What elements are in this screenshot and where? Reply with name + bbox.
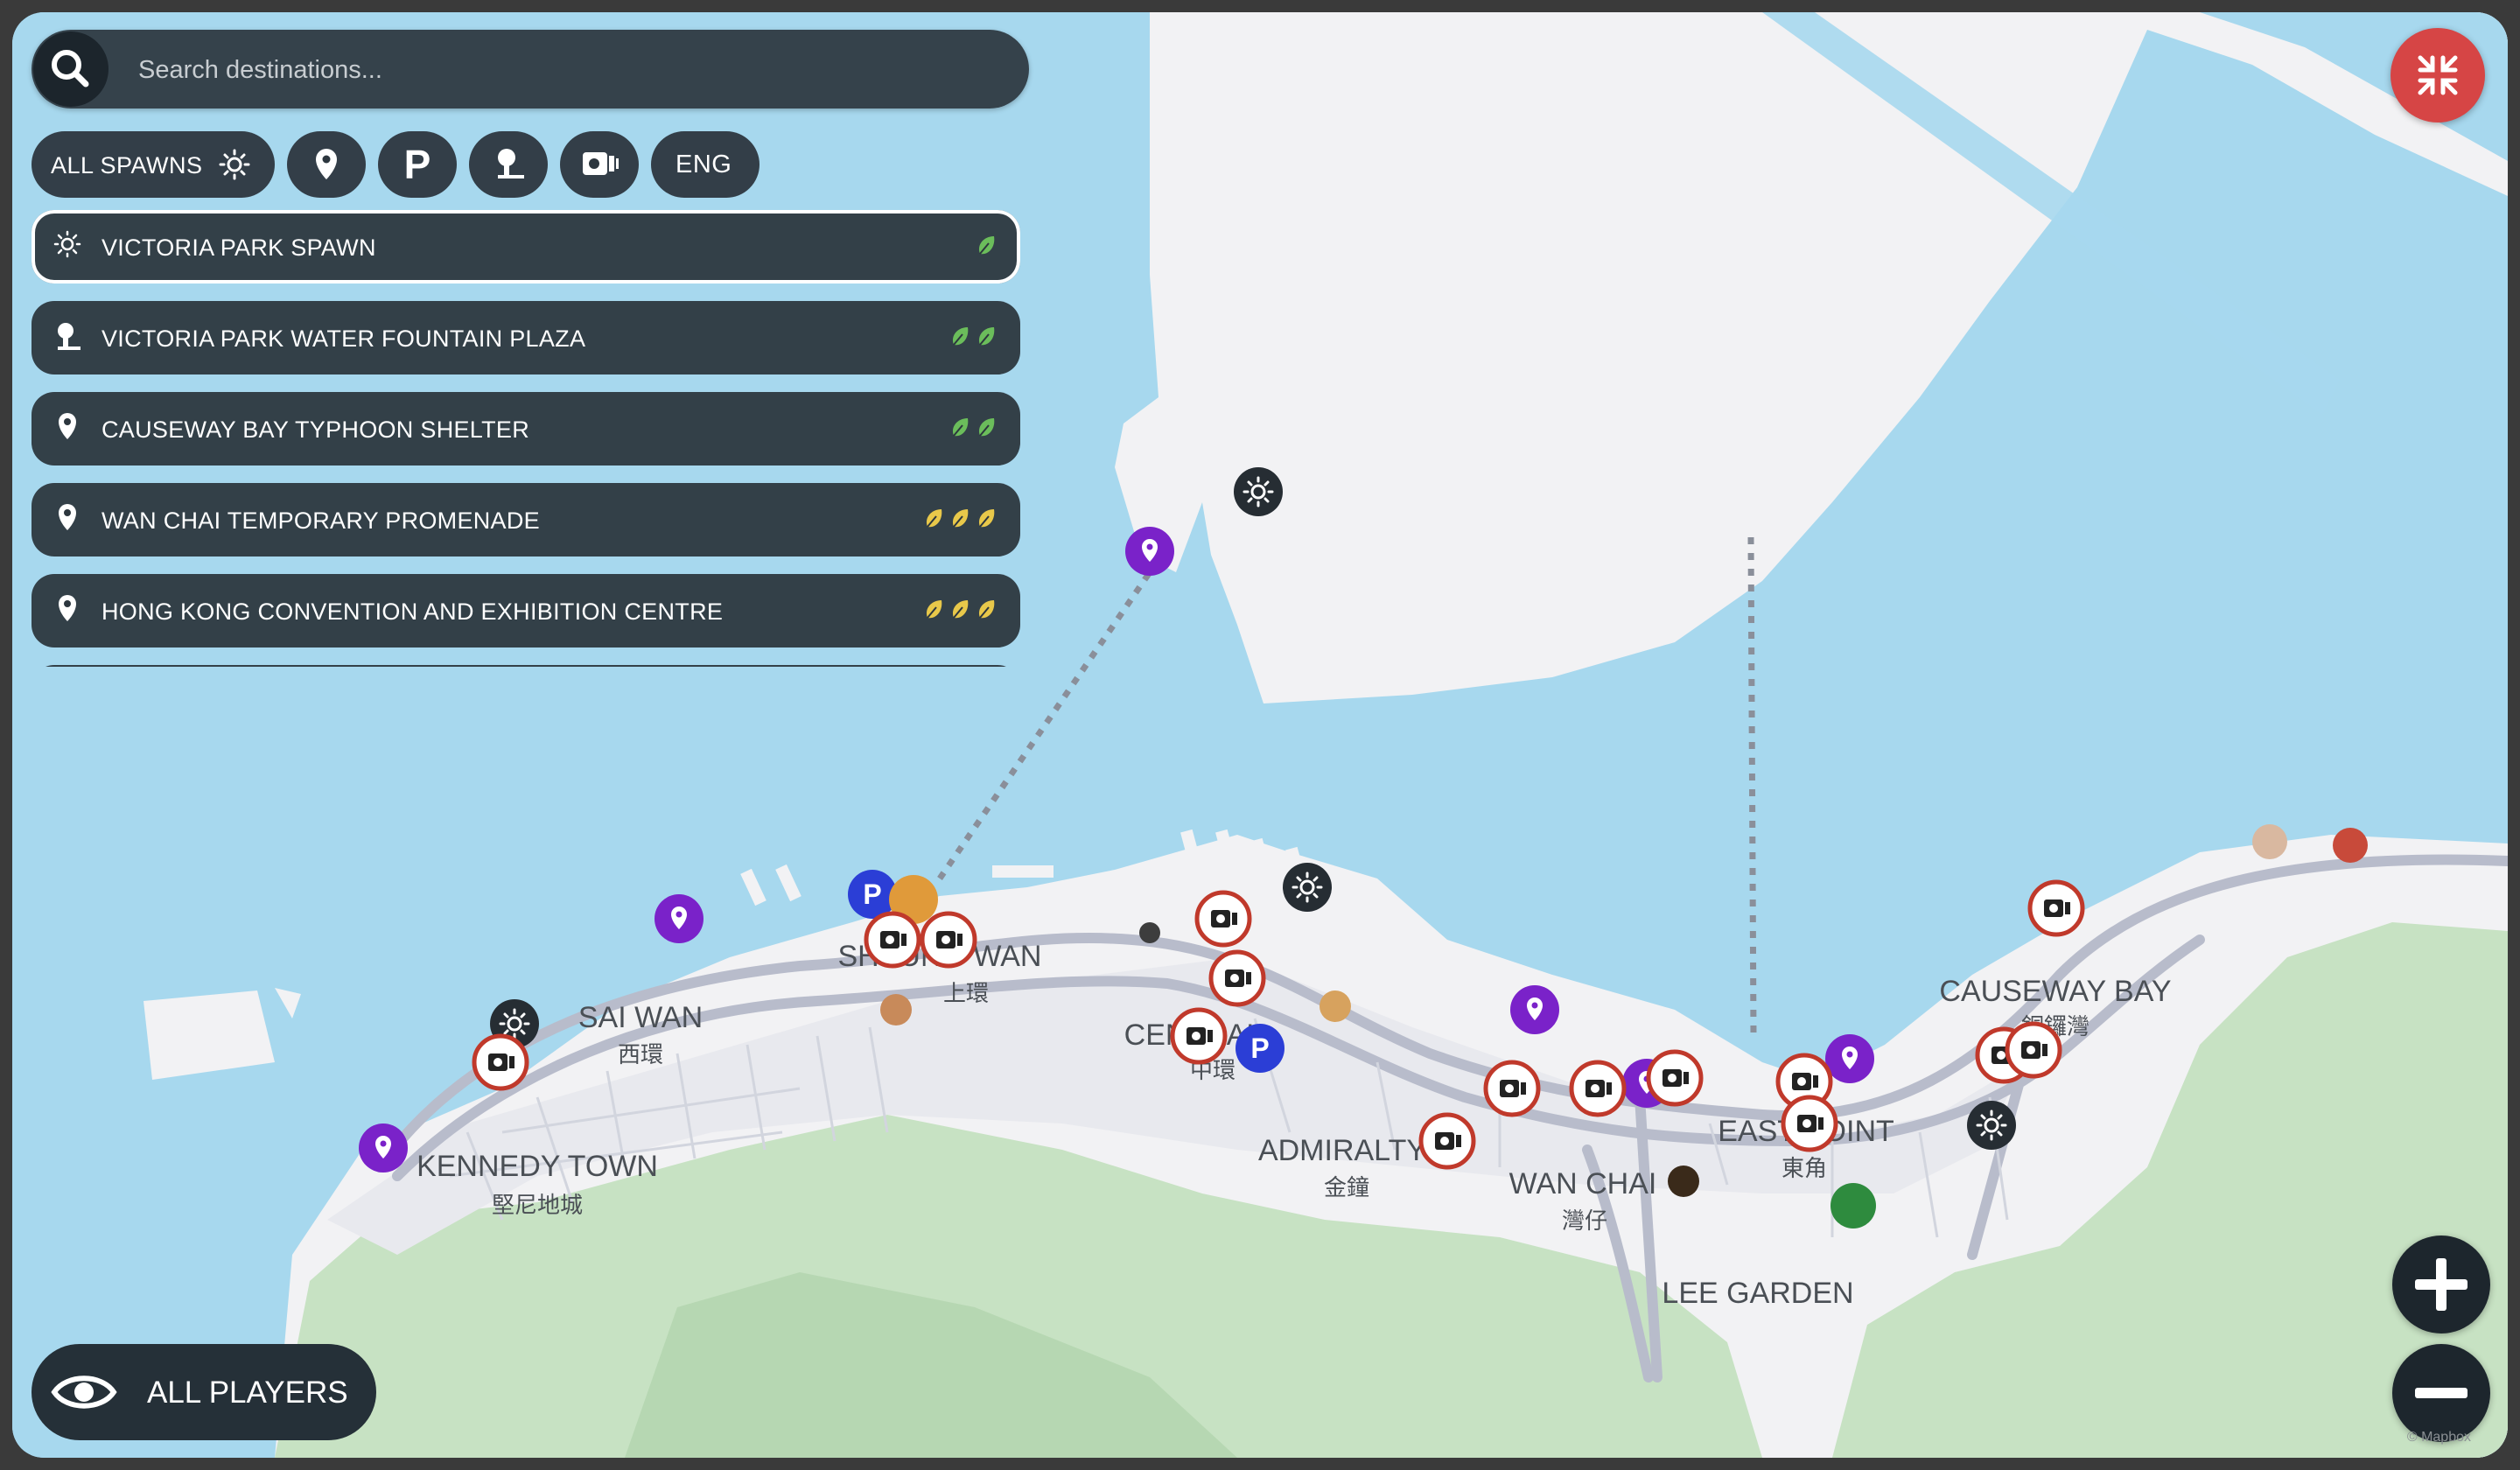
speed-camera-marker[interactable] <box>922 914 975 966</box>
speed-camera-marker[interactable] <box>1421 1115 1474 1167</box>
language-label: ENG <box>676 150 732 178</box>
destination-marker[interactable] <box>654 894 704 943</box>
label-sheung-wan-zh: 上環 <box>943 980 989 1006</box>
sun-icon <box>219 149 250 180</box>
parking-marker[interactable] <box>848 870 897 919</box>
parking-icon: P <box>404 144 431 186</box>
destination-item[interactable]: WAN CHAI TEMPORARY PROMENADE <box>32 483 1020 556</box>
destination-marker[interactable] <box>1825 1034 1874 1083</box>
spawn-marker[interactable] <box>1232 466 1284 518</box>
difficulty-rating <box>945 415 998 443</box>
label-lee-garden: LEE GARDEN <box>1662 1277 1853 1310</box>
filter-speed-cameras[interactable] <box>560 131 639 198</box>
all-players-button[interactable]: ALL PLAYERS <box>32 1344 376 1440</box>
label-causeway-bay: CAUSEWAY BAY <box>1939 975 2171 1008</box>
plus-icon <box>2415 1258 2468 1311</box>
filter-fountains[interactable] <box>469 131 548 198</box>
speed-camera-marker[interactable] <box>1197 892 1250 945</box>
language-button[interactable]: ENG <box>651 131 760 198</box>
map-pin-icon <box>52 502 82 540</box>
fountain-icon <box>52 320 84 358</box>
fountain-icon <box>498 149 524 178</box>
filter-parking[interactable]: P <box>378 131 457 198</box>
map-attribution: © Mapbox <box>2406 1430 2471 1445</box>
difficulty-rating <box>945 324 998 352</box>
filter-destinations[interactable] <box>287 131 366 198</box>
destination-name: VICTORIA PARK SPAWN <box>102 234 376 261</box>
svg-text:P: P <box>404 144 431 186</box>
destination-item[interactable]: HONG KONG CONVENTION AND EXHIBITION CENT… <box>32 574 1020 648</box>
destination-marker[interactable] <box>359 1124 408 1172</box>
spawn-marker[interactable] <box>1965 1099 2018 1152</box>
eye-icon <box>51 1376 117 1409</box>
destination-name: VICTORIA PARK WATER FOUNTAIN PLAZA <box>102 326 586 352</box>
collapse-arrows-icon <box>2418 55 2458 95</box>
destination-item[interactable]: VICTORIA PARK WATER FOUNTAIN PLAZA <box>32 301 1020 374</box>
label-kennedy-town: KENNEDY TOWN <box>416 1150 658 1183</box>
map-pin-icon <box>52 411 82 449</box>
destination-marker[interactable] <box>1510 985 1559 1034</box>
all-players-label: ALL PLAYERS <box>147 1376 348 1410</box>
difficulty-rating <box>919 506 998 534</box>
spawn-marker[interactable] <box>1281 861 1334 914</box>
filter-all-spawns[interactable]: ALL SPAWNS <box>32 131 275 198</box>
destination-name: WAN CHAI TEMPORARY PROMENADE <box>102 508 540 534</box>
label-admiralty-zh: 金鐘 <box>1324 1174 1369 1200</box>
label-admiralty: ADMIRALTY <box>1258 1134 1426 1167</box>
speed-camera-marker[interactable] <box>2030 882 2082 934</box>
search-bar[interactable] <box>32 30 1029 108</box>
parking-marker[interactable] <box>1236 1024 1284 1073</box>
destination-marker[interactable] <box>1125 527 1174 576</box>
label-sai-wan-zh: 西環 <box>618 1041 663 1068</box>
speed-camera-marker[interactable] <box>474 1036 527 1088</box>
destination-item[interactable]: VICTORIA PARK SPAWN <box>32 210 1020 284</box>
label-wan-chai-zh: 灣仔 <box>1562 1208 1607 1234</box>
map-window: KENNEDY TOWN 堅尼地城 SAI WAN 西環 SHEUNG WAN … <box>12 12 2508 1458</box>
destination-name: CAUSEWAY BAY TYPHOON SHELTER <box>102 416 530 443</box>
destination-list[interactable]: VICTORIA PARK SPAWN VICTORIA PARK WATER F… <box>32 210 1038 667</box>
map-pin-icon <box>52 593 82 631</box>
speed-camera-marker[interactable] <box>1486 1062 1538 1115</box>
zoom-in-button[interactable] <box>2392 1236 2490 1334</box>
destination-name: HONG KONG CONVENTION AND EXHIBITION CENT… <box>102 598 724 625</box>
search-icon <box>52 50 89 88</box>
search-input[interactable] <box>136 47 998 93</box>
speed-camera-marker[interactable] <box>1783 1097 1836 1150</box>
speed-camera-marker[interactable] <box>866 914 919 966</box>
collapse-button[interactable] <box>2390 28 2485 122</box>
speed-camera-marker[interactable] <box>1211 952 1264 1004</box>
sun-icon <box>52 229 82 263</box>
speed-camera-marker[interactable] <box>2007 1024 2060 1076</box>
map-pin-icon <box>316 149 337 179</box>
speed-camera-marker[interactable] <box>1648 1052 1701 1104</box>
difficulty-rating <box>919 597 998 625</box>
search-button[interactable] <box>33 32 108 107</box>
label-east-point-zh: 東角 <box>1782 1155 1827 1181</box>
speed-camera-marker[interactable] <box>1172 1010 1225 1062</box>
difficulty-rating <box>971 233 998 261</box>
speed-camera-icon <box>583 152 619 175</box>
zoom-out-button[interactable] <box>2392 1344 2490 1442</box>
destination-item[interactable]: TAI TAM UPPER RESERVOIR SPAWN <box>32 665 1020 667</box>
label-wan-chai: WAN CHAI <box>1509 1167 1657 1200</box>
filter-all-spawns-label: ALL SPAWNS <box>51 152 203 178</box>
destination-item[interactable]: CAUSEWAY BAY TYPHOON SHELTER <box>32 392 1020 466</box>
fountain-marker[interactable] <box>1830 1183 1876 1228</box>
minus-icon <box>2415 1388 2468 1398</box>
label-kennedy-town-zh: 堅尼地城 <box>492 1192 583 1218</box>
label-sai-wan: SAI WAN <box>578 1001 703 1034</box>
speed-camera-marker[interactable] <box>1572 1062 1624 1115</box>
